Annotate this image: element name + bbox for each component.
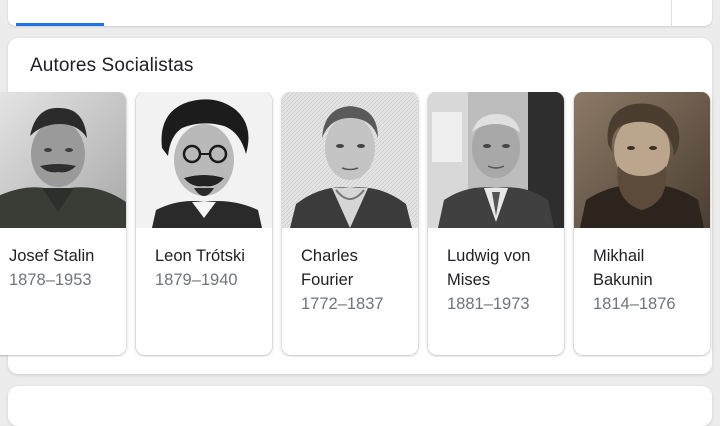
active-tab-indicator (16, 23, 104, 26)
authors-carousel[interactable]: Josef Stalin 1878–1953 Leon Trótski 1879… (0, 92, 720, 357)
person-years: 1881–1973 (447, 295, 530, 313)
authors-carousel-section: Autores Socialistas Josef Stalin 1878–19… (0, 38, 712, 374)
person-card-ludwig-von-mises[interactable]: Ludwig von Mises 1881–1973 (428, 92, 564, 355)
next-section-card (8, 386, 712, 426)
person-name: Leon Trótski 1879–1940 (155, 244, 267, 292)
person-name-text: Ludwig von Mises (447, 247, 531, 289)
person-years: 1814–1876 (593, 295, 676, 313)
person-card-josef-stalin[interactable]: Josef Stalin 1878–1953 (0, 92, 126, 355)
person-years: 1878–1953 (9, 271, 92, 289)
person-name: Josef Stalin 1878–1953 (9, 244, 121, 292)
person-name-text: Mikhail Bakunin (593, 247, 653, 289)
person-name: Mikhail Bakunin 1814–1876 (593, 244, 705, 316)
person-card-leon-trotski[interactable]: Leon Trótski 1879–1940 (136, 92, 272, 355)
portrait-image (0, 92, 126, 228)
person-name-text: Charles Fourier (301, 247, 358, 289)
portrait-image (428, 92, 564, 228)
person-years: 1772–1837 (301, 295, 384, 313)
person-name: Ludwig von Mises 1881–1973 (447, 244, 559, 316)
person-card-mikhail-bakunin[interactable]: Mikhail Bakunin 1814–1876 (574, 92, 710, 355)
person-name-text: Leon Trótski (155, 247, 245, 265)
person-name-text: Josef Stalin (9, 247, 95, 265)
portrait-image (282, 92, 418, 228)
section-title: Autores Socialistas (30, 55, 194, 76)
portrait-image (574, 92, 710, 228)
portrait-image (136, 92, 272, 228)
card-divider (671, 0, 672, 26)
person-years: 1879–1940 (155, 271, 238, 289)
person-name: Charles Fourier 1772–1837 (301, 244, 413, 316)
person-card-charles-fourier[interactable]: Charles Fourier 1772–1837 (282, 92, 418, 355)
previous-section-card (8, 0, 712, 26)
